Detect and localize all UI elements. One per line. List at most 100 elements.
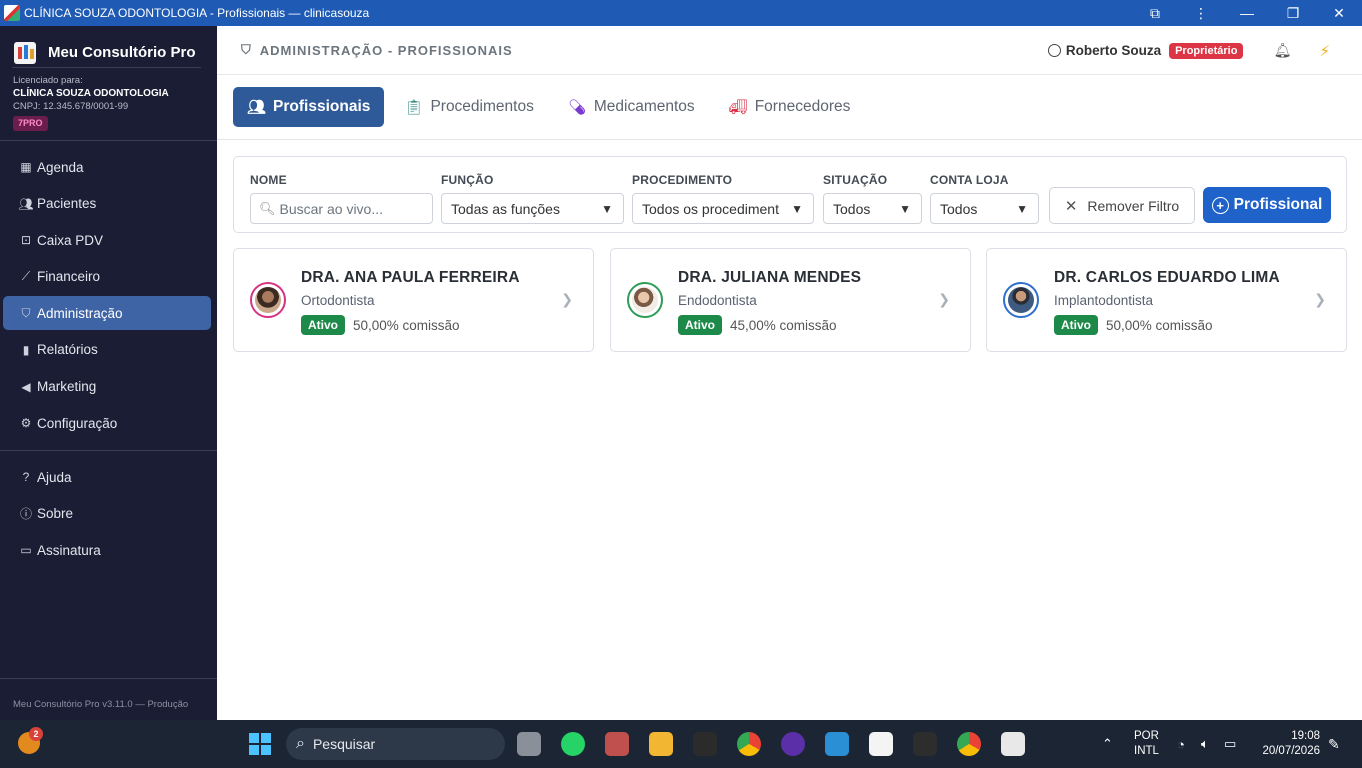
- top-header: ⛉ ADMINISTRAÇÃO - PROFISSIONAIS Roberto …: [217, 26, 1362, 75]
- credit-card-icon: ▭: [20, 543, 32, 558]
- professional-name: DRA. JULIANA MENDES: [678, 269, 862, 286]
- truck-icon: 🚚︎: [728, 99, 748, 116]
- chrome-icon[interactable]: [957, 732, 981, 756]
- wifi-icon[interactable]: ◔: [1177, 720, 1185, 768]
- iptv-icon[interactable]: [781, 732, 805, 756]
- search-input[interactable]: 🔍︎ Buscar ao vivo...: [250, 193, 433, 224]
- extensions-icon[interactable]: ⧉: [1132, 0, 1178, 26]
- users-icon: 👥︎: [247, 99, 267, 116]
- professional-card[interactable]: DRA. JULIANA MENDES Endodontista Ativo 4…: [610, 248, 971, 352]
- filter-procedure: PROCEDIMENTO Todos os procediment ▼: [632, 173, 814, 224]
- professional-card[interactable]: DRA. ANA PAULA FERREIRA Ortodontista Ati…: [233, 248, 594, 352]
- close-icon: ✕: [1064, 197, 1078, 215]
- minimize-button[interactable]: —: [1224, 0, 1270, 26]
- notification-icon[interactable]: ✎: [1328, 720, 1340, 768]
- add-professional-button[interactable]: + Profissional: [1203, 187, 1331, 223]
- sidebar-item-label: Ajuda: [37, 469, 72, 485]
- store-select[interactable]: Todos ▼: [930, 193, 1039, 224]
- procedure-select[interactable]: Todos os procediment ▼: [632, 193, 814, 224]
- professional-name: DR. CARLOS EDUARDO LIMA: [1054, 269, 1280, 286]
- remove-filter-button[interactable]: ✕ Remover Filtro: [1049, 187, 1195, 224]
- button-label: Remover Filtro: [1087, 197, 1180, 214]
- user-menu[interactable]: Roberto Souza Proprietário: [1047, 42, 1244, 59]
- app-name: Meu Consultório Pro: [48, 43, 196, 61]
- tab-fornecedores[interactable]: 🚚︎ Fornecedores: [715, 87, 865, 127]
- sidebar-item-label: Caixa PDV: [37, 232, 104, 248]
- clock[interactable]: 19:08 20/07/2026: [1258, 729, 1320, 759]
- app-icon[interactable]: [605, 732, 629, 756]
- filter-panel: NOME 🔍︎ Buscar ao vivo... FUNÇÃO Todas a…: [233, 156, 1347, 233]
- language-indicator[interactable]: POR INTL: [1134, 720, 1159, 768]
- chevron-down-icon: ▼: [791, 201, 803, 216]
- sidebar-item-ajuda[interactable]: ? Ajuda: [3, 460, 211, 494]
- professional-specialty: Implantodontista: [1054, 293, 1154, 308]
- sidebar-item-assinatura[interactable]: ▭ Assinatura: [3, 533, 211, 567]
- sidebar-item-label: Administração: [37, 305, 123, 321]
- search-icon: ⌕: [296, 735, 305, 752]
- filter-label: FUNÇÃO: [441, 173, 494, 187]
- status-badge: Ativo: [678, 315, 722, 335]
- main-nav: ▦ Agenda 👥︎ Pacientes ⊡ Caixa PDV ⟋ Fina…: [3, 150, 211, 443]
- role-badge: Proprietário: [1169, 42, 1244, 59]
- commission-text: 50,00% comissão: [1106, 317, 1213, 333]
- plus-circle-icon: +: [1211, 196, 1229, 214]
- pill-icon: 💊︎: [567, 99, 587, 116]
- divider: [12, 67, 201, 68]
- close-button[interactable]: ✕: [1316, 0, 1362, 26]
- license-info: Licenciado para: CLÍNICA SOUZA ODONTOLOG…: [13, 74, 169, 131]
- battery-icon[interactable]: ▭: [1224, 720, 1236, 768]
- recorder-icon[interactable]: [693, 732, 717, 756]
- role-select[interactable]: Todas as funções ▼: [441, 193, 624, 224]
- start-button[interactable]: [249, 733, 271, 755]
- sidebar-item-administracao[interactable]: ⛉ Administração: [3, 296, 211, 331]
- breadcrumb: ⛉ ADMINISTRAÇÃO - PROFISSIONAIS: [241, 42, 513, 58]
- maximize-button[interactable]: ❐: [1270, 0, 1316, 26]
- cash-register-icon: ⊡: [20, 233, 32, 248]
- chevron-up-icon[interactable]: ⌃: [1102, 720, 1113, 768]
- sidebar-item-label: Financeiro: [37, 269, 101, 285]
- more-options-icon[interactable]: ⋮: [1178, 0, 1224, 26]
- avatar-photo: [632, 287, 658, 313]
- tab-medicamentos[interactable]: 💊︎ Medicamentos: [554, 87, 709, 127]
- app-icon: [4, 5, 20, 21]
- lightning-icon[interactable]: ⚡︎: [1319, 42, 1330, 60]
- professional-card[interactable]: DR. CARLOS EDUARDO LIMA Implantodontista…: [986, 248, 1347, 352]
- chrome-icon[interactable]: [737, 732, 761, 756]
- sidebar-item-financeiro[interactable]: ⟋ Financeiro: [3, 260, 211, 294]
- sidebar-item-caixa-pdv[interactable]: ⊡ Caixa PDV: [3, 223, 211, 257]
- app-icon[interactable]: [825, 732, 849, 756]
- bar-chart-icon: ▮: [22, 342, 30, 357]
- task-view-icon[interactable]: [517, 732, 541, 756]
- chevron-down-icon: ▼: [899, 201, 911, 216]
- select-value: Todas as funções: [451, 200, 560, 217]
- commission-text: 45,00% comissão: [730, 317, 837, 333]
- brand[interactable]: Meu Consultório Pro: [0, 26, 217, 70]
- sidebar-item-label: Assinatura: [37, 542, 101, 558]
- time: 19:08: [1291, 730, 1320, 742]
- tab-procedimentos[interactable]: 📋︎ Procedimentos: [390, 87, 547, 127]
- volume-icon[interactable]: 🔈︎: [1201, 720, 1209, 768]
- file-explorer-icon[interactable]: [649, 732, 673, 756]
- taskbar: 2 ⌕ Pesquisar ⌃ POR INTL ◔ 🔈︎ ▭ 19:08 20…: [0, 720, 1362, 768]
- app-icon[interactable]: [869, 732, 893, 756]
- sidebar-item-pacientes[interactable]: 👥︎ Pacientes: [3, 187, 211, 221]
- bell-icon[interactable]: 🔔︎: [1273, 42, 1292, 59]
- status-badge: Ativo: [301, 315, 345, 335]
- admin-tabs: 👥︎ Profissionais 📋︎ Procedimentos 💊︎ Med…: [217, 75, 1362, 140]
- taskbar-search[interactable]: ⌕ Pesquisar: [286, 728, 505, 760]
- sidebar-item-relatorios[interactable]: ▮ Relatórios: [3, 333, 211, 367]
- tab-profissionais[interactable]: 👥︎ Profissionais: [233, 87, 385, 127]
- divider: [0, 140, 217, 141]
- sidebar-item-configuracao[interactable]: ⚙ Configuração: [3, 406, 211, 440]
- filter-store-account: CONTA LOJA Todos ▼: [930, 173, 1039, 224]
- status-select[interactable]: Todos ▼: [823, 193, 922, 224]
- sidebar-item-agenda[interactable]: ▦ Agenda: [3, 150, 211, 184]
- sidebar-item-sobre[interactable]: ⓘ Sobre: [3, 497, 211, 531]
- meu-consultorio-icon[interactable]: [1001, 732, 1025, 756]
- sidebar-item-marketing[interactable]: ◀ Marketing: [3, 370, 211, 404]
- terminal-icon[interactable]: [913, 732, 937, 756]
- tab-label: Fornecedores: [754, 98, 851, 115]
- window-title: CLÍNICA SOUZA ODONTOLOGIA - Profissionai…: [24, 6, 370, 20]
- whatsapp-icon[interactable]: [561, 732, 585, 756]
- commission-text: 50,00% comissão: [353, 317, 460, 333]
